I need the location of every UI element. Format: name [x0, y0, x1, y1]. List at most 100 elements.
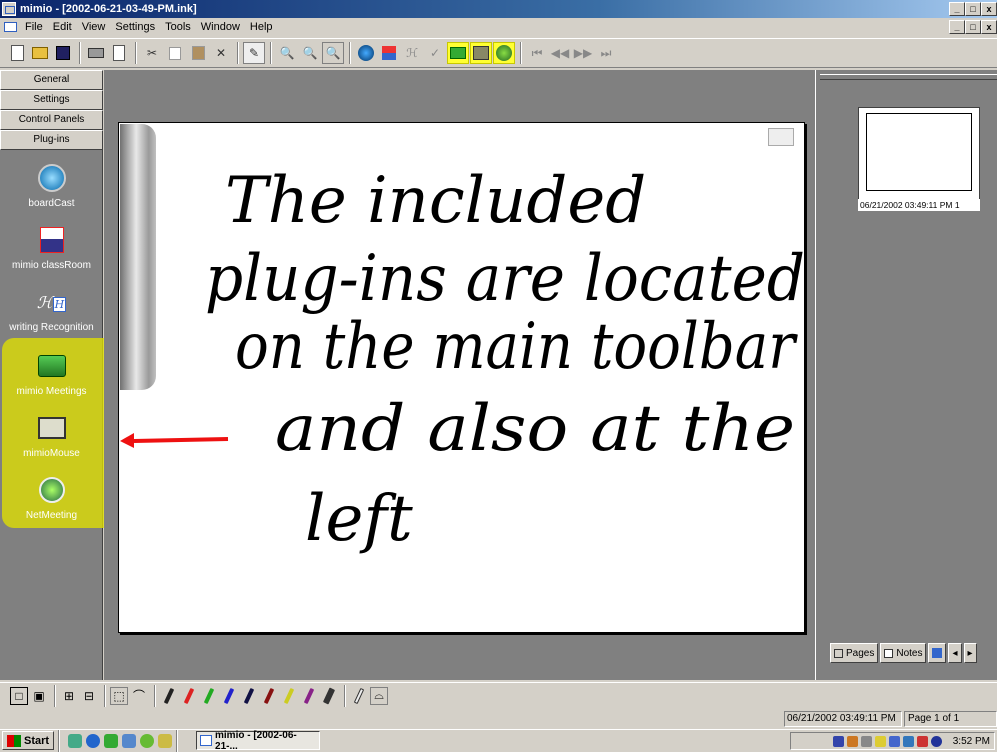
save-page-icon[interactable]: ▣ [30, 687, 48, 705]
tray-icon[interactable] [846, 735, 858, 747]
open-icon[interactable] [29, 42, 51, 64]
tile-icon[interactable]: ⊞ [60, 687, 78, 705]
mimio-app-icon[interactable] [2, 2, 16, 16]
tray-icon[interactable] [902, 735, 914, 747]
panel-tabs: Pages Notes ◂ ▸ [830, 643, 997, 665]
lasso-icon[interactable]: ⌒ [130, 687, 148, 705]
pen-blue-icon[interactable] [220, 687, 238, 705]
plugin-label: mimioMouse [23, 448, 80, 459]
plugin-classroom[interactable]: mimio classRoom [0, 224, 103, 271]
volume-icon[interactable] [860, 735, 872, 747]
start-button[interactable]: Start [2, 731, 55, 750]
page-tool-icon[interactable] [768, 128, 794, 146]
task-label: mimio - [2002-06-21-... [215, 729, 297, 752]
print-icon[interactable] [85, 42, 107, 64]
zoom-in-icon[interactable]: 🔍 [276, 42, 298, 64]
menu-help[interactable]: Help [245, 21, 278, 33]
menu-tools[interactable]: Tools [160, 21, 196, 33]
menu-bar: File Edit View Settings Tools Window Hel… [0, 18, 997, 36]
document-icon[interactable] [2, 20, 18, 34]
doc-close-button[interactable]: x [981, 20, 997, 34]
tray-icon[interactable] [832, 735, 844, 747]
zoom-fit-icon[interactable]: 🔍 [322, 42, 344, 64]
menu-view[interactable]: View [77, 21, 111, 33]
print-preview-icon[interactable] [108, 42, 130, 64]
menu-settings[interactable]: Settings [110, 21, 160, 33]
tray-icon[interactable] [916, 735, 928, 747]
netmeeting-icon[interactable] [493, 42, 515, 64]
copy-icon[interactable] [164, 42, 186, 64]
plugin-label: boardCast [28, 198, 75, 209]
tab-scroll-right[interactable]: ▸ [963, 643, 977, 663]
tab-notes[interactable]: Notes [880, 643, 927, 663]
red-arrow-left [120, 433, 229, 448]
tray-icon[interactable] [874, 735, 886, 747]
settings-button[interactable]: Settings [0, 90, 103, 110]
save-icon[interactable] [52, 42, 74, 64]
pen-tool-icon[interactable]: ✎ [243, 42, 265, 64]
menu-edit[interactable]: Edit [48, 21, 77, 33]
rectangle-icon[interactable]: □ [10, 686, 28, 705]
show-desktop-icon[interactable] [68, 733, 83, 748]
tray-icon[interactable] [930, 735, 942, 747]
tab-scroll-left[interactable]: ◂ [948, 643, 962, 663]
first-page-icon[interactable]: ⏮ [526, 42, 548, 64]
taskbar-item-mimio[interactable]: mimio - [2002-06-21-... [196, 729, 321, 752]
minimize-button[interactable]: _ [949, 2, 965, 16]
highlighter-icon[interactable] [350, 687, 368, 705]
plugin-writing-recognition[interactable]: ℋH writing Recognition [0, 286, 103, 334]
menu-file[interactable]: File [20, 21, 48, 33]
tab-pages[interactable]: Pages [830, 643, 879, 663]
plugin-boardcast[interactable]: boardCast [0, 162, 103, 209]
quicklaunch-icon[interactable] [158, 733, 173, 748]
handwriting-icon[interactable]: ℋ [401, 42, 423, 64]
netmeeting-icon [36, 474, 68, 506]
mimio-meetings-icon[interactable] [447, 42, 469, 64]
close-button[interactable]: x [981, 2, 997, 16]
split-icon[interactable]: ⊟ [80, 687, 98, 705]
classroom-icon[interactable] [378, 42, 400, 64]
delete-icon[interactable]: ✕ [210, 42, 232, 64]
status-date: 06/21/2002 03:49:11 PM [784, 711, 902, 727]
handwriting-recognition-icon: ℋH [36, 292, 67, 312]
pen-yellow-icon[interactable] [280, 687, 298, 705]
paste-icon[interactable] [187, 42, 209, 64]
prev-page-icon[interactable]: ◀◀ [549, 42, 571, 64]
ie-icon[interactable] [86, 733, 101, 748]
tab-more[interactable] [928, 643, 947, 663]
last-page-icon[interactable]: ⏭ [595, 42, 617, 64]
control-panels-button[interactable]: Control Panels [0, 110, 103, 130]
spellcheck-icon[interactable]: ✓ [424, 42, 446, 64]
clock[interactable]: 3:52 PM [953, 736, 990, 747]
pen-black-icon[interactable] [160, 687, 178, 705]
plugins-button[interactable]: Plug-ins [0, 130, 103, 150]
panel-grip[interactable] [820, 74, 997, 80]
eraser-icon[interactable]: ⌓ [370, 686, 388, 705]
general-button[interactable]: General [0, 70, 103, 90]
pen-darkred-icon[interactable] [260, 687, 278, 705]
zoom-out-icon[interactable]: 🔍 [299, 42, 321, 64]
new-icon[interactable] [6, 42, 28, 64]
plugin-netmeeting[interactable]: NetMeeting [0, 474, 103, 521]
next-page-icon[interactable]: ▶▶ [572, 42, 594, 64]
pen-red-icon[interactable] [180, 687, 198, 705]
select-icon[interactable]: ⬚ [110, 686, 128, 705]
quicklaunch-icon[interactable] [122, 733, 137, 748]
pen-thick-icon[interactable] [320, 686, 338, 705]
maximize-button[interactable]: □ [965, 2, 981, 16]
plugin-mimio-meetings[interactable]: mimio Meetings [0, 350, 103, 397]
pen-navy-icon[interactable] [240, 687, 258, 705]
menu-window[interactable]: Window [196, 21, 245, 33]
quicklaunch-icon[interactable] [104, 733, 119, 748]
tray-icon[interactable] [888, 735, 900, 747]
plugin-mimio-mouse[interactable]: mimioMouse [0, 412, 103, 459]
doc-restore-button[interactable]: □ [965, 20, 981, 34]
pen-purple-icon[interactable] [300, 687, 318, 705]
cut-icon[interactable]: ✂ [141, 42, 163, 64]
boardcast-icon[interactable] [355, 42, 377, 64]
mimio-mouse-icon[interactable] [470, 42, 492, 64]
drawing-toolbar: □ ▣ ⊞ ⊟ ⬚ ⌒ ⌓ [0, 682, 997, 708]
netmeeting-icon[interactable] [140, 733, 155, 748]
pen-green-icon[interactable] [200, 687, 218, 705]
doc-minimize-button[interactable]: _ [949, 20, 965, 34]
